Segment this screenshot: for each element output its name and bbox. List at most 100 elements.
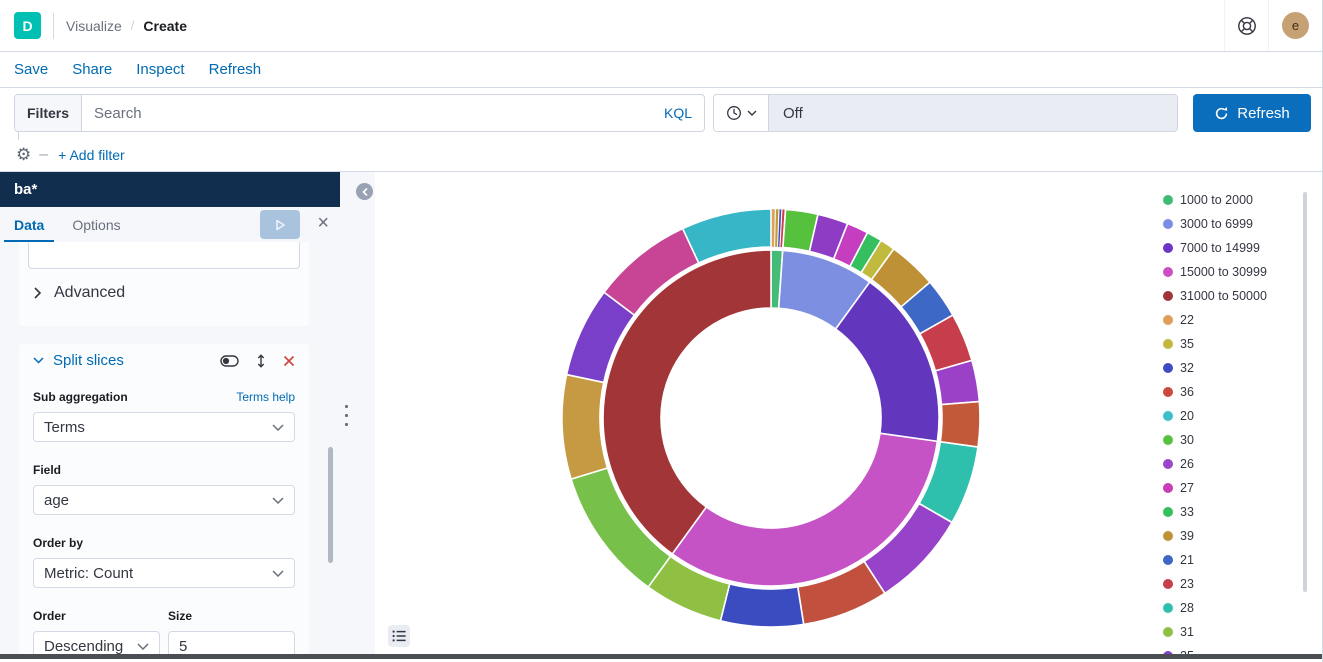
legend-dot-icon (1163, 243, 1173, 253)
legend-label: 15000 to 30999 (1180, 265, 1267, 279)
toolbar-link-refresh[interactable]: Refresh (209, 61, 262, 78)
split-slices-header: Split slices (33, 352, 295, 369)
index-pattern-header: ba* (0, 172, 340, 207)
legend-label: 23 (1180, 577, 1194, 591)
nav-right: e (1224, 0, 1322, 51)
advanced-label: Advanced (54, 284, 125, 302)
play-icon (273, 218, 287, 232)
app-logo[interactable]: D (14, 12, 41, 39)
legend-item[interactable]: 28 (1163, 596, 1303, 620)
order-by-select[interactable]: Metric: Count (33, 558, 295, 588)
refresh-button-label: Refresh (1237, 105, 1290, 122)
move-updown-icon[interactable] (256, 354, 266, 368)
add-filter-button[interactable]: + Add filter (58, 147, 125, 163)
legend-item[interactable]: 27 (1163, 476, 1303, 500)
user-menu-button[interactable]: e (1268, 0, 1322, 51)
legend-dot-icon (1163, 195, 1173, 205)
filters-button[interactable]: Filters (15, 95, 82, 131)
metric-card: Advanced (19, 242, 309, 326)
order-by-label: Order by (33, 536, 295, 550)
legend-toggle-button[interactable] (388, 625, 410, 647)
advanced-accordion[interactable]: Advanced (19, 269, 309, 302)
search-placeholder: Search (94, 105, 142, 122)
search-input[interactable]: Search KQL (82, 95, 704, 131)
resizer-handle-icon[interactable] (345, 405, 348, 426)
size-input[interactable]: 5 (168, 631, 295, 654)
chart-slice-39[interactable] (562, 375, 607, 480)
size-value: 5 (179, 638, 187, 655)
field-select[interactable]: age (33, 485, 295, 515)
help-icon (1236, 15, 1258, 37)
kql-button[interactable]: KQL (664, 105, 692, 121)
apply-changes-button[interactable] (260, 210, 300, 239)
sidebar-scrollbar[interactable] (328, 447, 333, 563)
refresh-query-button[interactable]: Refresh (1193, 94, 1311, 132)
legend-item[interactable]: 33 (1163, 500, 1303, 524)
legend-dot-icon (1163, 531, 1173, 541)
help-button[interactable] (1224, 0, 1268, 51)
remove-agg-icon[interactable] (283, 355, 295, 367)
breadcrumb-visualize[interactable]: Visualize (66, 18, 122, 34)
legend-item[interactable]: 21 (1163, 548, 1303, 572)
breadcrumb-create: Create (143, 18, 187, 34)
chevron-down-icon (272, 424, 284, 431)
discard-changes-button[interactable]: × (317, 213, 329, 233)
sub-agg-label-row: Sub aggregation Terms help (33, 390, 295, 404)
window-bottom-edge (0, 654, 1322, 659)
legend-item[interactable]: 32 (1163, 356, 1303, 380)
sub-aggregation-select[interactable]: Terms (33, 412, 295, 442)
tab-data[interactable]: Data (0, 207, 58, 242)
legend-item[interactable]: 7000 to 14999 (1163, 236, 1303, 260)
legend-item[interactable]: 36 (1163, 380, 1303, 404)
legend-item[interactable]: 31000 to 50000 (1163, 284, 1303, 308)
tab-options[interactable]: Options (58, 207, 134, 242)
query-bar: Filters Search KQL Off Refresh (0, 88, 1322, 138)
panel-resizer[interactable] (340, 172, 375, 654)
legend-label: 22 (1180, 313, 1194, 327)
legend-item[interactable]: 1000 to 2000 (1163, 188, 1303, 212)
refresh-interval-button[interactable] (714, 95, 769, 131)
legend-label: 1000 to 2000 (1180, 193, 1253, 207)
clock-icon (726, 105, 742, 121)
sidebar-tabs: Data Options × (0, 207, 340, 242)
terms-help-link[interactable]: Terms help (236, 390, 295, 404)
legend-dot-icon (1163, 603, 1173, 613)
gear-icon[interactable]: ⚙ (16, 146, 31, 163)
sub-aggregation-label: Sub aggregation (33, 390, 128, 404)
legend-item[interactable]: 26 (1163, 452, 1303, 476)
legend-label: 31000 to 50000 (1180, 289, 1267, 303)
legend-item[interactable]: 23 (1163, 572, 1303, 596)
order-select[interactable]: Descending (33, 631, 160, 654)
legend-dot-icon (1163, 387, 1173, 397)
toolbar-link-share[interactable]: Share (72, 61, 112, 78)
toolbar-link-inspect[interactable]: Inspect (136, 61, 184, 78)
legend-dot-icon (1163, 627, 1173, 637)
disable-toggle-icon[interactable] (220, 355, 239, 367)
toolbar-link-save[interactable]: Save (14, 61, 48, 78)
legend-dot-icon (1163, 411, 1173, 421)
legend-label: 31 (1180, 625, 1194, 639)
legend-item[interactable]: 30 (1163, 428, 1303, 452)
collapse-sidebar-button[interactable] (356, 183, 373, 200)
legend-item[interactable]: 20 (1163, 404, 1303, 428)
legend-item[interactable]: 35 (1163, 332, 1303, 356)
legend-label: 30 (1180, 433, 1194, 447)
legend-label: 35 (1180, 337, 1194, 351)
split-slices-card: Split slices (19, 344, 309, 654)
time-picker: Off (713, 94, 1178, 132)
breadcrumb: Visualize / Create (66, 18, 187, 34)
legend-scrollbar[interactable] (1303, 192, 1307, 592)
legend-item[interactable]: 31 (1163, 620, 1303, 644)
chart-slice-36[interactable] (940, 402, 980, 447)
legend-dot-icon (1163, 435, 1173, 445)
legend-item[interactable]: 3000 to 6999 (1163, 212, 1303, 236)
split-slices-title[interactable]: Split slices (53, 352, 124, 369)
legend-item[interactable]: 22 (1163, 308, 1303, 332)
legend-item[interactable]: 39 (1163, 524, 1303, 548)
chart-slice-32[interactable] (720, 584, 803, 627)
split-slices-actions (220, 354, 295, 368)
sub-aggregation-value: Terms (44, 419, 85, 436)
legend-item[interactable]: 15000 to 30999 (1163, 260, 1303, 284)
refresh-interval-value[interactable]: Off (769, 95, 1177, 131)
custom-label-input[interactable] (28, 242, 300, 269)
